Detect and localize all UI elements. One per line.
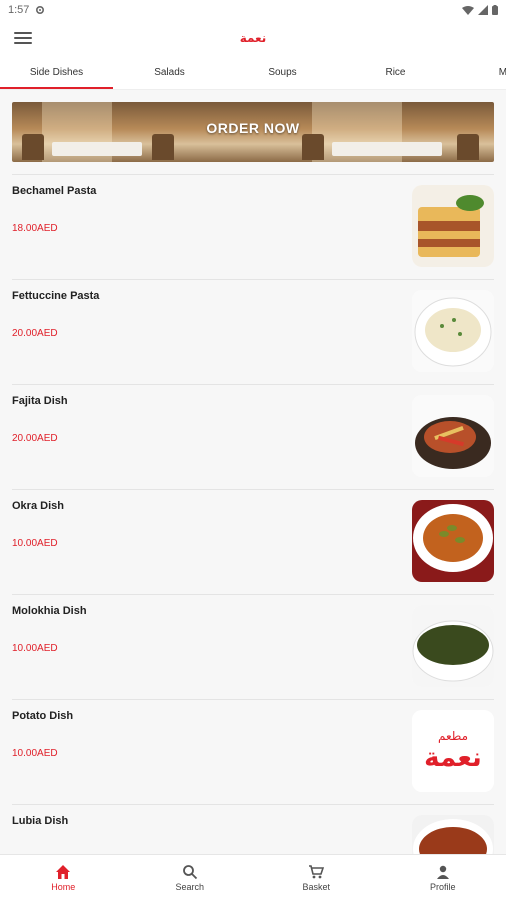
- item-price: 10.00AED: [12, 748, 58, 759]
- nav-home[interactable]: Home: [0, 855, 127, 900]
- nav-basket-label: Basket: [302, 881, 330, 892]
- search-icon: [182, 864, 197, 879]
- person-icon: [436, 865, 449, 879]
- app-bar: نعمة: [0, 20, 506, 56]
- bechamel-pasta-image: [412, 185, 494, 267]
- item-name: Okra Dish: [12, 500, 64, 512]
- menu-item[interactable]: Potato Dish 10.00AED مطعم نعمة: [12, 699, 494, 803]
- app-title: نعمة: [239, 31, 267, 45]
- nav-profile[interactable]: Profile: [380, 855, 506, 900]
- item-name: Potato Dish: [12, 710, 74, 722]
- menu-item[interactable]: Bechamel Pasta 18.00AED: [12, 174, 494, 278]
- banner-chair: [22, 134, 44, 160]
- status-time: 1:57: [8, 4, 30, 16]
- banner-chair: [302, 134, 324, 160]
- battery-icon: [492, 5, 498, 15]
- fettuccine-pasta-image: [412, 290, 494, 372]
- menu-icon-line: [14, 32, 32, 34]
- tab-rice[interactable]: Rice: [339, 58, 452, 89]
- tab-side-dishes[interactable]: Side Dishes: [0, 58, 113, 89]
- item-name: Lubia Dish: [12, 815, 69, 827]
- menu-list[interactable]: ORDER NOW Bechamel Pasta 18.00AED Fettuc…: [0, 90, 506, 854]
- nav-profile-label: Profile: [429, 881, 456, 892]
- lubia-dish-image: [412, 815, 494, 854]
- item-price: 10.00AED: [12, 538, 58, 549]
- tab-soups[interactable]: Soups: [226, 58, 339, 89]
- signal-icon: [478, 5, 488, 15]
- menu-item[interactable]: Okra Dish 10.00AED: [12, 489, 494, 593]
- tab-main[interactable]: Mah: [452, 58, 506, 89]
- item-price: 18.00AED: [12, 223, 58, 234]
- banner-chair: [457, 134, 479, 160]
- order-now-banner[interactable]: ORDER NOW: [12, 102, 494, 162]
- banner-table: [52, 142, 142, 156]
- menu-item[interactable]: Fettuccine Pasta 20.00AED: [12, 279, 494, 383]
- category-tabs: Side Dishes Salads Soups Rice Mah: [0, 58, 506, 90]
- item-price: 20.00AED: [12, 433, 58, 444]
- banner-text: ORDER NOW: [206, 120, 300, 136]
- nav-search-label: Search: [175, 881, 205, 892]
- nav-home-label: Home: [51, 881, 76, 892]
- wifi-icon: [462, 6, 474, 15]
- menu-button[interactable]: [14, 30, 32, 46]
- menu-icon-line: [14, 42, 32, 44]
- logo-text-top: مطعم: [438, 729, 468, 743]
- banner-chair: [152, 134, 174, 160]
- bottom-navigation: Home Search Basket Profile: [0, 854, 506, 900]
- logo-text-main: نعمة: [424, 743, 482, 773]
- restaurant-logo-image: مطعم نعمة: [412, 710, 494, 792]
- molokhia-dish-image: [412, 605, 494, 687]
- item-name: Fettuccine Pasta: [12, 290, 100, 302]
- nav-basket[interactable]: Basket: [253, 855, 380, 900]
- menu-icon-line: [14, 37, 32, 39]
- status-bar: 1:57: [0, 0, 506, 20]
- menu-item[interactable]: Lubia Dish: [12, 804, 494, 854]
- fajita-dish-image: [412, 395, 494, 477]
- menu-item[interactable]: Molokhia Dish 10.00AED: [12, 594, 494, 698]
- cart-icon: [309, 864, 325, 878]
- item-name: Fajita Dish: [12, 395, 68, 407]
- home-icon: [56, 864, 71, 879]
- settings-gear-icon: [36, 5, 45, 15]
- menu-item[interactable]: Fajita Dish 20.00AED: [12, 384, 494, 488]
- item-price: 20.00AED: [12, 328, 58, 339]
- tab-salads[interactable]: Salads: [113, 58, 226, 89]
- item-name: Bechamel Pasta: [12, 185, 97, 197]
- banner-table: [332, 142, 442, 156]
- item-name: Molokhia Dish: [12, 605, 87, 617]
- item-price: 10.00AED: [12, 643, 58, 654]
- nav-search[interactable]: Search: [127, 855, 254, 900]
- okra-dish-image: [412, 500, 494, 582]
